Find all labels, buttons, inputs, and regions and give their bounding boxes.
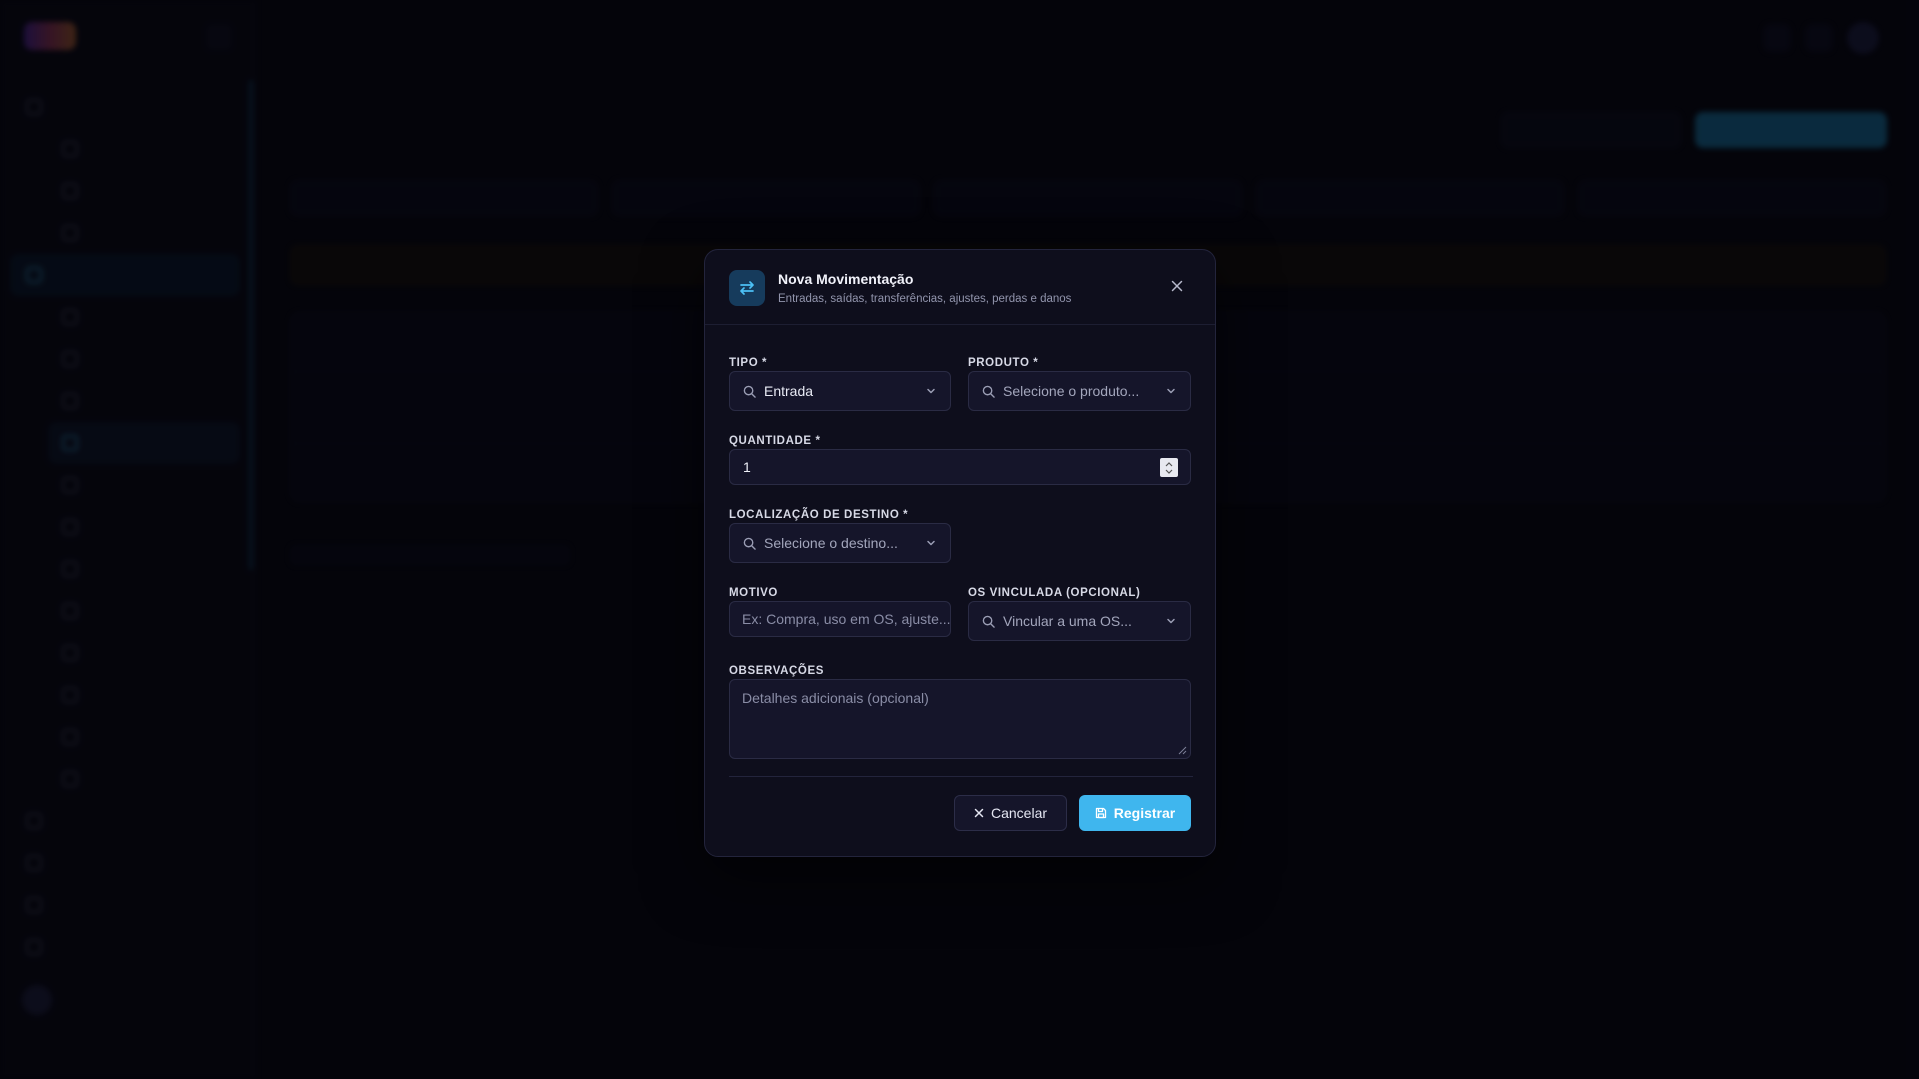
destino-select[interactable]: Selecione o destino... (729, 523, 951, 563)
footer-divider (729, 776, 1193, 777)
quantity-stepper[interactable] (1160, 458, 1178, 477)
chevron-down-icon (1167, 388, 1175, 394)
tipo-value: Entrada (764, 383, 814, 399)
quantidade-field[interactable] (729, 449, 1191, 485)
modal-subtitle: Entradas, saídas, transferências, ajuste… (778, 293, 1072, 305)
chevron-up-icon[interactable] (1165, 461, 1173, 467)
chevron-down-icon (1167, 618, 1175, 624)
arrows-exchange-icon (729, 270, 765, 306)
search-icon (743, 385, 756, 398)
os-label: OS VINCULADA (OPCIONAL) (968, 587, 1141, 599)
observacoes-textarea[interactable] (730, 680, 1190, 758)
produto-placeholder: Selecione o produto... (1003, 383, 1140, 399)
chevron-down-icon (927, 540, 935, 546)
chevron-down-icon[interactable] (1165, 469, 1173, 474)
motivo-label: MOTIVO (729, 587, 778, 599)
produto-select[interactable]: Selecione o produto... (968, 371, 1191, 411)
tipo-label: TIPO * (729, 357, 768, 369)
modal-header: Nova Movimentação Entradas, saídas, tran… (705, 250, 1215, 325)
search-icon (982, 615, 995, 628)
cancel-button[interactable]: Cancelar (954, 795, 1067, 831)
motivo-field[interactable] (729, 601, 951, 637)
register-label: Registrar (1113, 805, 1176, 821)
save-icon (1095, 807, 1106, 819)
x-icon (974, 808, 984, 818)
cancel-label: Cancelar (990, 805, 1048, 821)
motivo-input[interactable] (730, 602, 950, 636)
os-placeholder: Vincular a uma OS... (1003, 613, 1132, 629)
search-icon (743, 537, 756, 550)
produto-label: PRODUTO * (968, 357, 1039, 369)
modal-title: Nova Movimentação (778, 271, 914, 287)
destino-label: LOCALIZAÇÃO DE DESTINO * (729, 509, 909, 521)
close-icon[interactable] (1169, 278, 1185, 294)
observacoes-label: OBSERVAÇÕES (729, 665, 825, 677)
chevron-down-icon (927, 388, 935, 394)
tipo-select[interactable]: Entrada (729, 371, 951, 411)
quantidade-label: QUANTIDADE * (729, 435, 821, 447)
search-icon (982, 385, 995, 398)
observacoes-field[interactable] (729, 679, 1191, 759)
quantidade-input[interactable] (730, 450, 1190, 484)
destino-placeholder: Selecione o destino... (764, 535, 898, 551)
os-select[interactable]: Vincular a uma OS... (968, 601, 1191, 641)
resize-handle-icon[interactable] (1177, 745, 1187, 755)
new-movement-modal: Nova Movimentação Entradas, saídas, tran… (704, 249, 1216, 857)
register-button[interactable]: Registrar (1079, 795, 1191, 831)
